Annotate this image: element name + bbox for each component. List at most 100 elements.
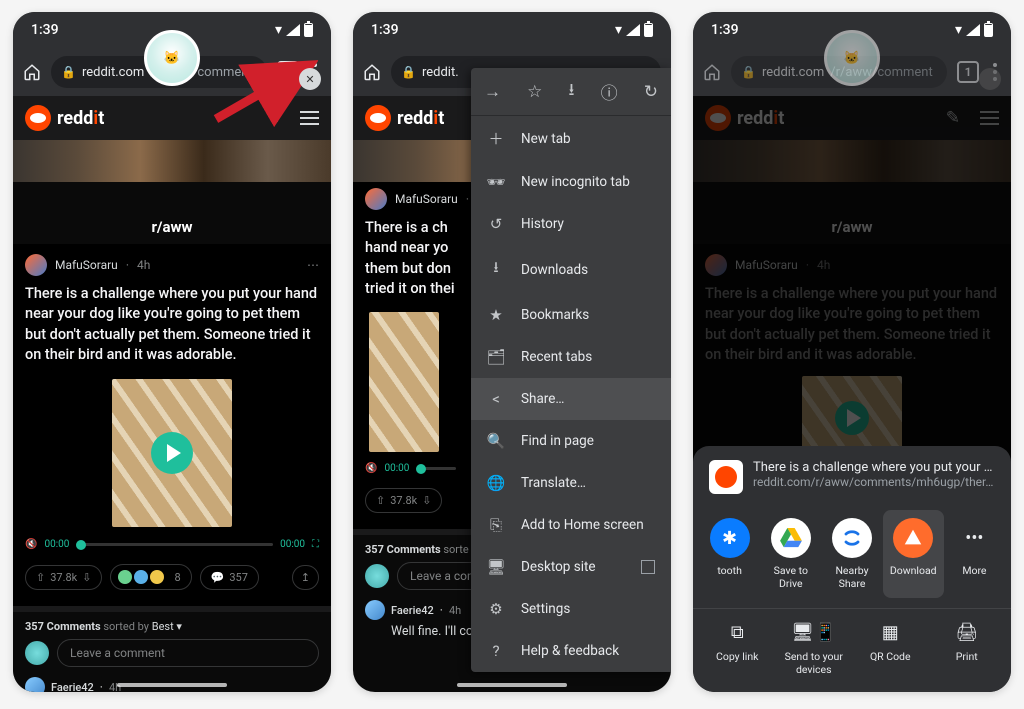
commenter-avatar[interactable] [365,600,385,620]
time-current: 00:00 [384,463,409,474]
comment: Faerie42 · 4h Well fine. I'll come to yo… [25,667,319,692]
menu-translate[interactable]: 🌐Translate… [471,462,671,504]
subreddit-avatar: 🐱 [144,30,200,86]
menu-add-home[interactable]: ⎘Add to Home screen [471,504,671,546]
play-icon[interactable] [151,432,193,474]
lock-icon: 🔒 [741,65,756,79]
star-icon: ★ [487,306,505,324]
close-icon[interactable] [979,68,1001,90]
menu-incognito[interactable]: 🕶New incognito tab [471,161,671,203]
fullscreen-icon[interactable]: ⛶ [312,539,319,550]
share-download[interactable]: Download [883,510,944,598]
share-targets: ✱ tooth Save to Drive Nearby Share Down [693,506,1011,608]
mute-icon[interactable]: 🔇 [365,463,377,474]
menu-find[interactable]: 🔍Find in page [471,420,671,462]
compose-icon[interactable]: ✎ [266,108,280,128]
menu-help[interactable]: ?Help & feedback [471,630,671,672]
history-icon: ↺ [487,215,505,233]
share-bluetooth[interactable]: ✱ tooth [699,510,760,598]
url-host: reddit.com [82,65,144,80]
qr-icon: ▦ [882,621,899,643]
wifi-icon: ▾ [615,22,622,38]
reddit-header: reddit ✎ [13,96,331,140]
hamburger-icon[interactable] [300,111,319,125]
signal-icon [966,24,980,36]
close-icon[interactable]: ✕ [299,68,321,90]
seek-bar[interactable] [76,543,273,546]
wifi-icon: ▾ [275,22,282,38]
share-icon[interactable]: ↥ [292,565,319,590]
my-avatar [25,641,49,665]
commenter-name[interactable]: Faerie42 [51,681,94,692]
share-sheet: There is a challenge where you put your … [693,446,1011,692]
qr-code[interactable]: ▦ QR Code [852,621,929,676]
awards-pill[interactable]: 8 [110,564,191,590]
send-to-devices[interactable]: 🖥📱 Send to your devices [776,621,853,676]
menu-history[interactable]: ↺History [471,203,671,245]
tabs-button[interactable]: 1 [957,61,979,83]
menu-settings[interactable]: ⚙Settings [471,588,671,630]
comments-pill[interactable]: 💬 357 [200,565,259,590]
mute-icon[interactable]: 🔇 [25,539,37,550]
post-author-avatar[interactable] [25,254,47,276]
sort-dropdown[interactable]: Best ▾ [152,620,182,633]
translate-icon: 🌐 [487,474,505,492]
share-thumbnail [709,460,743,494]
gear-icon: ⚙ [487,600,505,618]
recent-tabs-icon: 🗂 [487,348,505,366]
video-player[interactable] [25,373,319,533]
download-icon[interactable]: ⭳ [569,77,575,106]
post-meta: MafuSoraru · 4h ⋯ [25,248,319,282]
home-icon[interactable] [23,63,41,81]
comment-age: 4h [449,604,461,617]
home-indicator[interactable] [457,683,567,687]
refresh-icon[interactable]: ↻ [644,82,658,102]
menu-downloads[interactable]: ⭳Downloads [471,245,671,294]
home-icon[interactable] [703,63,721,81]
star-icon[interactable]: ☆ [527,82,542,102]
bluetooth-icon: ✱ [710,518,750,558]
screenshot-2: 1:39 ▾ 🔒 reddit. reddit MafuSoraru · 4h … [353,12,671,692]
more-icon: ••• [954,518,994,558]
print[interactable]: 🖨 Print [929,621,1006,676]
post-author[interactable]: MafuSoraru [55,258,118,272]
copy-link[interactable]: ⧉ Copy link [699,621,776,676]
forward-icon[interactable]: → [484,82,501,102]
share-drive[interactable]: Save to Drive [760,510,821,598]
comment-input-row: Leave a comment [25,639,319,667]
comments-header: 357 Comments sorted by Best ▾ [25,620,319,639]
monitor-icon: 🖥 [487,558,505,576]
incognito-icon: 🕶 [487,173,505,191]
commenter-avatar[interactable] [25,677,45,692]
info-icon[interactable]: ⓘ [601,79,618,104]
post-author-avatar[interactable] [365,188,387,210]
home-indicator[interactable] [117,683,227,687]
share-nearby[interactable]: Nearby Share [821,510,882,598]
tabs-button[interactable]: 1 [277,61,299,83]
menu-desktop[interactable]: 🖥Desktop site [471,546,671,588]
menu-share[interactable]: <Share… [471,378,671,420]
seek-bar[interactable] [416,467,456,470]
menu-icon-row: → ☆ ⭳ ⓘ ↻ [471,68,671,116]
lock-icon: 🔒 [61,65,76,79]
comment-input[interactable]: Leave a comment [57,639,319,667]
reddit-logo[interactable]: reddit [25,105,104,131]
reddit-logo[interactable]: reddit [365,105,444,131]
commenter-name[interactable]: Faerie42 [391,604,434,617]
desktop-checkbox[interactable] [641,560,655,574]
share-icon: < [487,390,505,408]
lock-icon: 🔒 [401,65,416,79]
add-home-icon: ⎘ [487,516,505,534]
time-total: 00:00 [280,539,305,550]
reddit-wordmark: reddit [57,108,104,129]
post-author[interactable]: MafuSoraru [395,192,458,206]
menu-new-tab[interactable]: ＋New tab [471,116,671,161]
menu-bookmarks[interactable]: ★Bookmarks [471,294,671,336]
upvote-pill[interactable]: ⇧ 37.8k ⇩ [365,488,442,513]
post-overflow-icon[interactable]: ⋯ [307,258,319,272]
upvote-pill[interactable]: ⇧ 37.8k ⇩ [25,565,102,590]
reddit-wordmark: reddit [397,108,444,129]
share-more[interactable]: ••• More [944,510,1005,598]
menu-recent-tabs[interactable]: 🗂Recent tabs [471,336,671,378]
home-icon[interactable] [363,63,381,81]
